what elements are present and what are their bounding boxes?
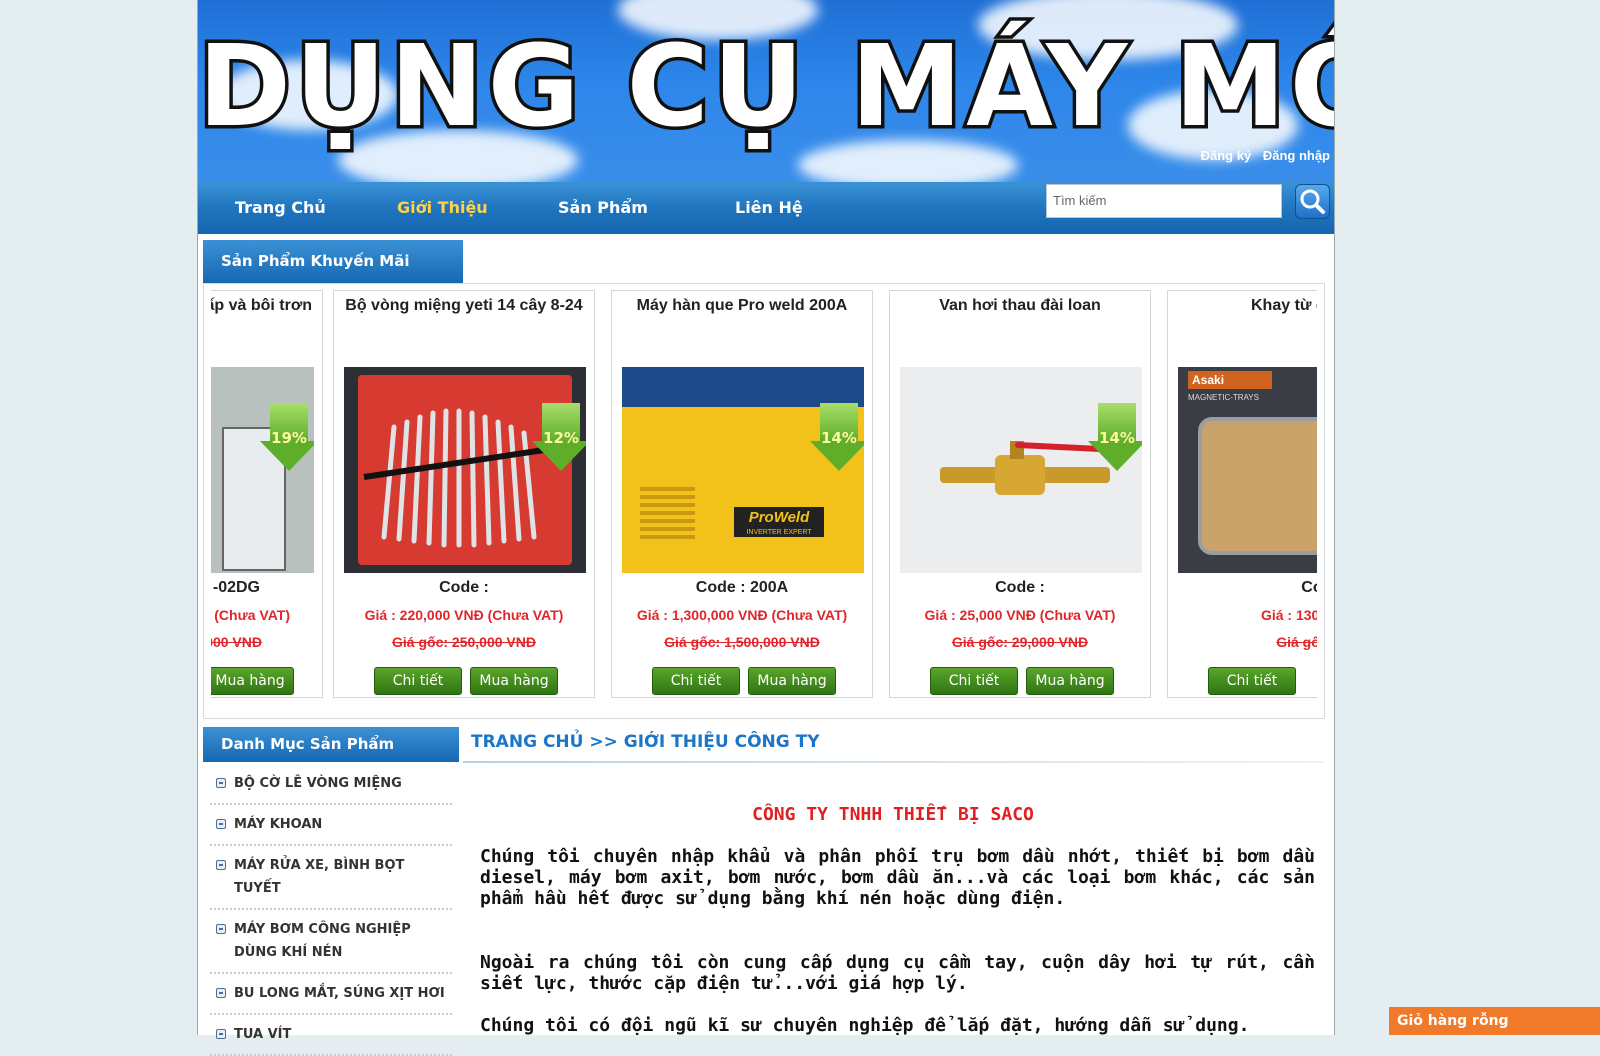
bullet-icon (216, 860, 226, 870)
breadcrumb-divider (463, 761, 1323, 763)
intro-paragraph: Chúng tôi chuyên nhập khẩu và phân phối … (480, 846, 1315, 909)
buy-button[interactable]: Mua hàng (470, 667, 558, 695)
product-original-price: Giá gốc: 1,500,000 VNĐ (664, 634, 820, 650)
nav-item-products[interactable]: Sản Phẩm (558, 198, 648, 217)
bullet-icon (216, 988, 226, 998)
product-name[interactable]: Máy hàn que Pro weld 200A (622, 297, 862, 315)
product-code: -02DG (212, 579, 260, 596)
category-item[interactable]: BỘ CỜ LÊ VÒNG MIỆNG (210, 764, 452, 805)
product-original-price: Giá gốc: 250,000 VNĐ (392, 634, 536, 650)
promo-carousel[interactable]: ấp và bôi trơn 19% -02DG ) (Chưa VAT) 00… (211, 290, 1317, 702)
search-icon (1300, 189, 1325, 214)
bullet-icon (216, 1029, 226, 1039)
product-code: Code : (995, 579, 1045, 596)
detail-button[interactable]: Chi tiết (930, 667, 1018, 695)
company-heading: CÔNG TY TNHH THIẾT BỊ SACO (752, 804, 1034, 825)
breadcrumb[interactable]: TRANG CHỦ >> GIỚI THIỆU CÔNG TY (471, 732, 820, 752)
welder-top (622, 367, 864, 407)
category-item[interactable]: MÁY BƠM CÔNG NGHIỆP DÙNG KHÍ NÉN (210, 910, 452, 974)
product-card: Khay từ đựng ốc 1088 Asaki MAGNETIC-TRAY… (1167, 290, 1317, 698)
product-card: Bộ vòng miệng yeti 14 cây 8-24 12% Code … (333, 290, 595, 698)
tray-brand-sub: MAGNETIC-TRAYS (1188, 393, 1259, 402)
product-image[interactable]: 12% (344, 367, 586, 573)
promo-section-title: Sản Phẩm Khuyến Mãi (203, 240, 463, 283)
product-original-price: Giá gốc: 29,000 VNĐ (951, 634, 1089, 650)
login-link[interactable]: Đăng nhập (1263, 148, 1330, 163)
welder-brand-sub: INVERTER EXPERT (746, 529, 812, 536)
search-input[interactable]: Tìm kiếm (1046, 184, 1282, 218)
buy-button[interactable]: Mua hàng (211, 667, 294, 695)
nav-item-about[interactable]: Giới Thiệu (397, 198, 488, 217)
detail-button[interactable]: Chi tiết (374, 667, 462, 695)
intro-paragraph: Chúng tôi có đội ngũ kĩ sư chuyên nghiệp… (480, 1015, 1250, 1036)
product-price: Giá : 130,000 VNĐ (1260, 607, 1317, 623)
product-image[interactable]: 19% (211, 367, 314, 573)
detail-button[interactable]: Chi tiết (652, 667, 740, 695)
product-card: ấp và bôi trơn 19% -02DG ) (Chưa VAT) 00… (211, 290, 323, 698)
product-image[interactable]: 14% (900, 367, 1142, 573)
search-button[interactable] (1295, 184, 1330, 219)
tray-brand: Asaki (1188, 371, 1272, 389)
category-list: BỘ CỜ LÊ VÒNG MIỆNG MÁY KHOAN MÁY RỬA XE… (210, 764, 452, 1056)
product-original-price: Giá gốc: 155,( (1276, 634, 1317, 650)
product-image[interactable]: ProWeld INVERTER EXPERT 14% (622, 367, 864, 573)
product-price: ) (Chưa VAT) (211, 607, 290, 623)
bullet-icon (216, 778, 226, 788)
product-card: Van hơi thau đài loan 14% Code : Giá : 2… (889, 290, 1151, 698)
category-item[interactable]: MÁY KHOAN (210, 805, 452, 846)
product-name[interactable]: Van hơi thau đài loan (900, 297, 1140, 315)
page: DỤNG CỤ MÁY MÓC Đăng ký Đăng nhập Trang … (197, 0, 1335, 1056)
main-nav: Trang Chủ Giới Thiệu Sản Phẩm Liên Hệ Tì… (198, 182, 1334, 234)
product-price: Giá : 25,000 VNĐ (Chưa VAT) (924, 607, 1116, 623)
discount-badge: 14% (810, 403, 864, 473)
product-code: Code : AK (1301, 579, 1317, 596)
discount-badge: 12% (532, 403, 586, 473)
discount-badge: 14% (1088, 403, 1142, 473)
buy-button[interactable]: Mua hàng (748, 667, 836, 695)
product-name[interactable]: ấp và bôi trơn (211, 297, 312, 315)
product-original-price: 000 VNĐ (211, 634, 262, 650)
product-card: Máy hàn que Pro weld 200A ProWeld INVERT… (611, 290, 873, 698)
product-code: Code : (439, 579, 489, 596)
header-banner: DỤNG CỤ MÁY MÓC Đăng ký Đăng nhập (198, 0, 1334, 182)
tray-shape (1198, 417, 1317, 555)
product-code: Code : 200A (695, 579, 789, 596)
welder-vents (640, 487, 695, 542)
buy-button[interactable]: Mua hàng (1026, 667, 1114, 695)
nav-item-contact[interactable]: Liên Hệ (735, 198, 803, 217)
register-link[interactable]: Đăng ký (1201, 148, 1252, 163)
product-name[interactable]: Bộ vòng miệng yeti 14 cây 8-24 (344, 297, 584, 315)
cart-widget[interactable]: Giỏ hàng rỗng (1389, 1007, 1600, 1035)
nav-item-home[interactable]: Trang Chủ (235, 198, 326, 217)
category-title: Danh Mục Sản Phẩm (203, 727, 459, 762)
product-price: Giá : 220,000 VNĐ (Chưa VAT) (364, 607, 564, 623)
bullet-icon (216, 924, 226, 934)
category-item[interactable]: TUA VÍT (210, 1015, 452, 1056)
site-logo-title: DỤNG CỤ MÁY MÓC (198, 19, 1334, 156)
product-price: Giá : 1,300,000 VNĐ (Chưa VAT) (636, 607, 848, 623)
bullet-icon (216, 819, 226, 829)
detail-button[interactable]: Chi tiết (1208, 667, 1296, 695)
product-name[interactable]: Khay từ đựng ốc 1088 (1178, 297, 1317, 315)
discount-badge: 19% (260, 403, 314, 473)
category-item[interactable]: BU LONG MẮT, SÚNG XỊT HƠI (210, 974, 452, 1015)
product-image[interactable]: Asaki MAGNETIC-TRAYS (1178, 367, 1317, 573)
auth-links: Đăng ký Đăng nhập (1193, 148, 1330, 163)
intro-paragraph: Ngoài ra chúng tôi còn cung cấp dụng cụ … (480, 952, 1315, 994)
category-item[interactable]: MÁY RỬA XE, BÌNH BỌT TUYẾT (210, 846, 452, 910)
